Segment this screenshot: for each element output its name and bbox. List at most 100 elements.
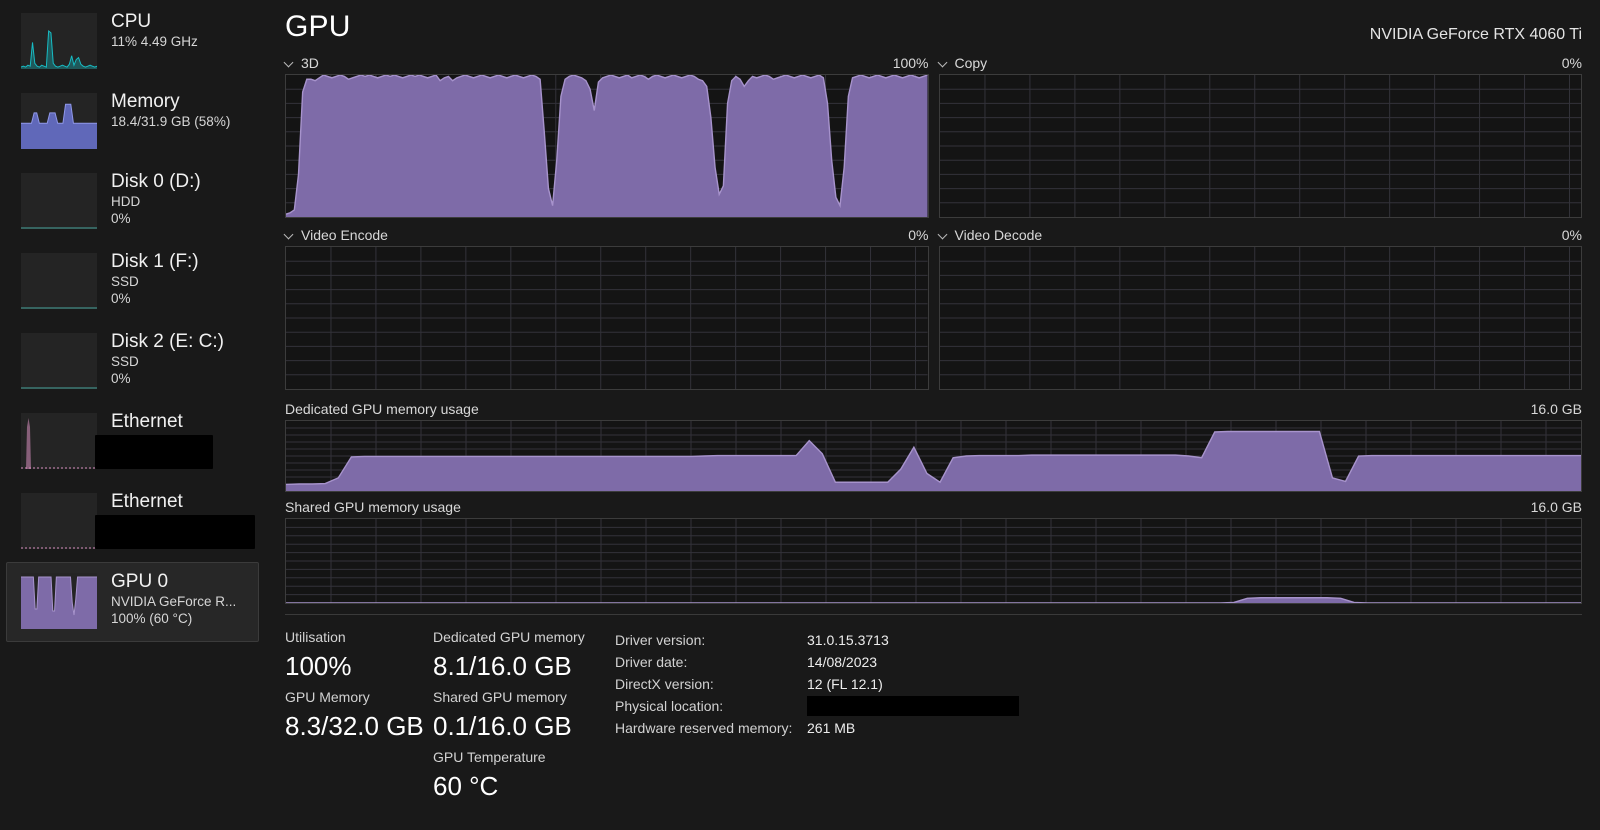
stat-dedicated-gpu-memory: Dedicated GPU memory 8.1/16.0 GB: [433, 627, 615, 685]
stat-value: 0.1/16.0 GB: [433, 711, 572, 741]
sidebar-item-cpu[interactable]: CPU 11% 4.49 GHz: [6, 2, 259, 82]
directx-version-value: 12 (FL 12.1): [807, 676, 883, 692]
sidebar-item-memory[interactable]: Memory 18.4/31.9 GB (58%): [6, 82, 259, 162]
chart-video-decode: [938, 246, 1582, 390]
sidebar-item-label: CPU: [111, 11, 152, 32]
engine-charts-row-1: 3D 100% Copy 0%: [285, 52, 1582, 218]
physical-location-redaction: [807, 696, 1019, 716]
hardware-reserved-memory-value: 261 MB: [807, 720, 856, 736]
stat-shared-gpu-memory: Shared GPU memory 0.1/16.0 GB: [433, 687, 615, 745]
chart-dedicated-memory: [285, 420, 1582, 492]
sidebar-item-disk-1[interactable]: Disk 1 (F:) SSD 0%: [6, 242, 259, 322]
engine-charts-row-2: Video Encode 0% Video Decode 0%: [285, 224, 1582, 390]
stat-label: GPU Temperature: [433, 749, 546, 765]
sidebar-item-sublabel: 0%: [111, 211, 131, 226]
driver-version-value: 31.0.15.3713: [807, 632, 889, 648]
page-header: GPU NVIDIA GeForce RTX 4060 Ti: [285, 0, 1582, 52]
sidebar-item-redaction: [95, 435, 213, 469]
chart-cell-video-decode: Video Decode 0%: [938, 224, 1583, 390]
chart-max-shared-memory: 16.0 GB: [1530, 499, 1582, 515]
stats-column-1: Utilisation 100% GPU Memory 8.3/32.0 GB: [285, 627, 433, 807]
sidebar-item-label: Disk 2 (E: C:): [111, 331, 224, 352]
chart-video-encode: [285, 246, 929, 390]
stat-utilisation: Utilisation 100%: [285, 627, 433, 685]
sidebar-item-text: GPU 0 NVIDIA GeForce R... 100% (60 °C): [111, 569, 250, 627]
chart-cell-video-encode: Video Encode 0%: [285, 224, 929, 390]
sidebar-item-text: CPU 11% 4.49 GHz: [111, 9, 250, 50]
physical-location-label: Physical location:: [615, 698, 724, 714]
chart-label-video-encode[interactable]: Video Encode: [301, 227, 388, 243]
stat-value: 8.3/32.0 GB: [285, 711, 424, 741]
sidebar-item-sublabel: 0%: [111, 371, 131, 386]
chart-cell-dedicated-memory: Dedicated GPU memory usage 16.0 GB: [285, 398, 1582, 492]
directx-version-label: DirectX version:: [615, 676, 714, 692]
directx-version-row: DirectX version: 12 (FL 12.1): [615, 673, 1582, 695]
stat-label: Utilisation: [285, 629, 346, 645]
driver-version-row: Driver version: 31.0.15.3713: [615, 629, 1582, 651]
chevron-down-icon[interactable]: [285, 230, 295, 240]
sidebar-thumbnail-memory: [21, 93, 97, 149]
chart-label-dedicated-memory: Dedicated GPU memory usage: [285, 401, 479, 417]
stat-gpu-memory: GPU Memory 8.3/32.0 GB: [285, 687, 433, 745]
driver-date-label: Driver date:: [615, 654, 688, 670]
sidebar-item-ethernet-2[interactable]: Ethernet: [6, 482, 259, 562]
chart-max-dedicated-memory: 16.0 GB: [1530, 401, 1582, 417]
sidebar-item-label: Ethernet: [111, 411, 183, 432]
sidebar-item-ethernet-1[interactable]: Ethernet: [6, 402, 259, 482]
chevron-down-icon[interactable]: [939, 230, 949, 240]
sidebar-item-label: Disk 0 (D:): [111, 171, 201, 192]
sidebar-item-label: GPU 0: [111, 571, 169, 592]
driver-date-row: Driver date: 14/08/2023: [615, 651, 1582, 673]
sidebar-item-sublabel: 100% (60 °C): [111, 611, 193, 626]
chart-header-shared-memory: Shared GPU memory usage 16.0 GB: [285, 496, 1582, 518]
sidebar-item-sublabel: 11% 4.49 GHz: [111, 34, 198, 49]
chart-label-copy[interactable]: Copy: [955, 55, 988, 71]
chevron-down-icon[interactable]: [285, 58, 295, 68]
sidebar-thumbnail-ethernet-1: [21, 413, 97, 469]
device-name: NVIDIA GeForce RTX 4060 Ti: [1369, 26, 1582, 43]
stats-column-2: Dedicated GPU memory 8.1/16.0 GB Shared …: [433, 627, 615, 807]
sidebar-item-disk-2[interactable]: Disk 2 (E: C:) SSD 0%: [6, 322, 259, 402]
sidebar-item-gpu-0[interactable]: GPU 0 NVIDIA GeForce R... 100% (60 °C): [6, 562, 259, 642]
chart-max-video-decode: 0%: [1561, 227, 1582, 243]
chart-max-video-encode: 0%: [908, 227, 929, 243]
chart-cell-shared-memory: Shared GPU memory usage 16.0 GB: [285, 496, 1582, 604]
chart-label-video-decode[interactable]: Video Decode: [955, 227, 1043, 243]
chart-header-video-decode: Video Decode 0%: [939, 224, 1583, 246]
sidebar-item-text: Ethernet: [95, 409, 250, 474]
sidebar-item-sublabel: 18.4/31.9 GB (58%): [111, 114, 231, 129]
sidebar-thumbnail-disk-2: [21, 333, 97, 389]
chart-copy: [938, 74, 1582, 218]
sidebar-item-text: Disk 2 (E: C:) SSD 0%: [111, 329, 250, 387]
stats-panel: Utilisation 100% GPU Memory 8.3/32.0 GB …: [285, 614, 1582, 807]
chevron-down-icon[interactable]: [939, 58, 949, 68]
sidebar-item-text: Ethernet: [95, 489, 255, 554]
stat-value: 100%: [285, 651, 352, 681]
chart-label-3d[interactable]: 3D: [301, 55, 319, 71]
sidebar-item-disk-0[interactable]: Disk 0 (D:) HDD 0%: [6, 162, 259, 242]
stat-value: 60 °C: [433, 771, 499, 801]
sidebar-item-sublabel: 0%: [111, 291, 131, 306]
chart-cell-3d: 3D 100%: [285, 52, 929, 218]
chart-header-3d: 3D 100%: [285, 52, 929, 74]
physical-location-row: Physical location:: [615, 695, 1582, 717]
sidebar-thumbnail-ethernet-2: [21, 493, 97, 549]
chart-header-copy: Copy 0%: [939, 52, 1583, 74]
sidebar-item-label: Memory: [111, 91, 180, 112]
sidebar-thumbnail-disk-1: [21, 253, 97, 309]
chart-3d: [285, 74, 929, 218]
chart-header-dedicated-memory: Dedicated GPU memory usage 16.0 GB: [285, 398, 1582, 420]
stat-label: Dedicated GPU memory: [433, 629, 585, 645]
chart-label-shared-memory: Shared GPU memory usage: [285, 499, 461, 515]
driver-version-label: Driver version:: [615, 632, 706, 648]
sidebar-thumbnail-disk-0: [21, 173, 97, 229]
sidebar-item-redaction: [95, 515, 255, 549]
stat-label: GPU Memory: [285, 689, 370, 705]
stat-gpu-temperature: GPU Temperature 60 °C: [433, 747, 615, 805]
sidebar-item-text: Disk 0 (D:) HDD 0%: [111, 169, 250, 227]
chart-max-3d: 100%: [892, 55, 929, 71]
sidebar-item-text: Disk 1 (F:) SSD 0%: [111, 249, 250, 307]
chart-header-video-encode: Video Encode 0%: [285, 224, 929, 246]
driver-info-panel: Driver version: 31.0.15.3713 Driver date…: [615, 627, 1582, 807]
chart-max-copy: 0%: [1561, 55, 1582, 71]
